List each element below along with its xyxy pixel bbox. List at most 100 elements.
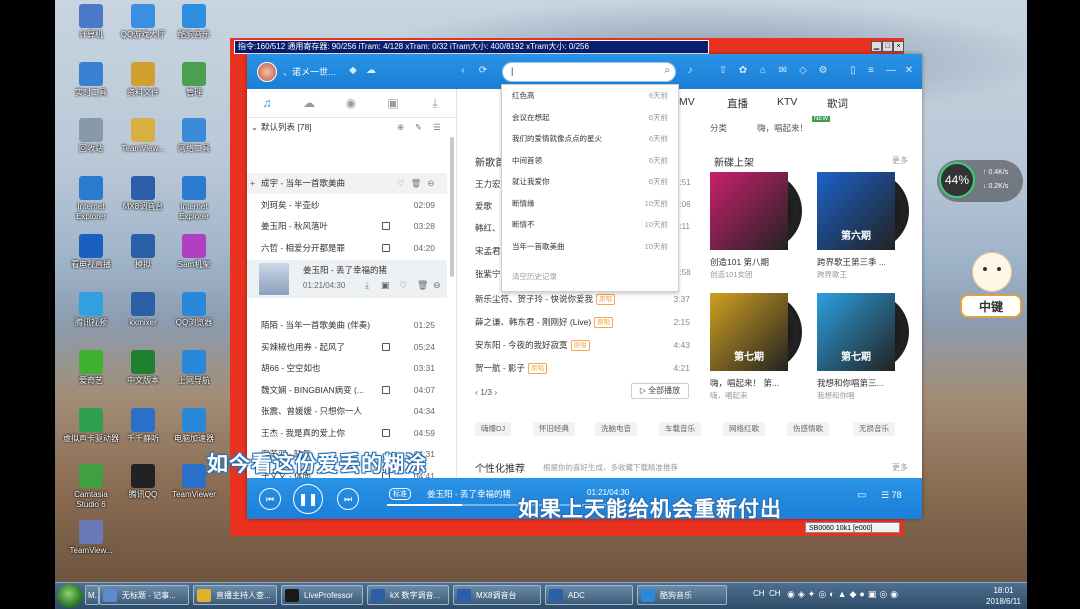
genre-chip[interactable]: 车载音乐 — [659, 422, 701, 436]
minimize-player-icon[interactable]: — — [885, 65, 897, 77]
new-song-partial[interactable]: 张紫宁 — [475, 268, 501, 280]
user-name[interactable]: 、诺メ一世... — [283, 65, 336, 78]
play-all-button[interactable]: ▷ 全部播放 — [631, 383, 689, 399]
desktop-icon[interactable]: 计算机 — [63, 4, 119, 40]
comment-icon[interactable]: ▭ — [857, 490, 866, 501]
desktop-icon[interactable]: TeamView... — [115, 118, 171, 154]
taskbar-button[interactable]: 酷狗音乐 — [637, 585, 727, 605]
genre-chip[interactable]: 怀旧经典 — [533, 422, 575, 436]
desktop-icon[interactable]: 看电视直播 — [63, 234, 119, 270]
taskbar-button[interactable]: kX 数字调音... — [367, 585, 449, 605]
search-input[interactable]: | ⌕ — [502, 62, 676, 82]
search-history-item[interactable]: 红色高 6天前 — [512, 89, 668, 103]
desktop-icon[interactable]: 爱奇艺 — [63, 350, 119, 386]
song-row[interactable]: 张震、曾媛媛 - 只想你一人 04:34 — [247, 401, 447, 422]
album-title[interactable]: 我想和你唱第三... — [817, 377, 905, 389]
desktop-icon[interactable]: 上网导航 — [166, 350, 222, 386]
new-song-partial[interactable]: 宋孟君 — [475, 245, 501, 257]
add-icon[interactable]: + — [250, 173, 255, 194]
playlist-count[interactable]: ☰ 78 — [881, 490, 902, 501]
sub-nav-item[interactable]: 分类 — [710, 122, 727, 134]
shop-icon[interactable]: ◇ — [797, 65, 809, 77]
nav-tab[interactable]: 歌词 — [827, 96, 848, 111]
collapse-icon[interactable]: ⌄ — [251, 118, 258, 136]
quality-badge[interactable]: 标准 — [389, 488, 411, 500]
search-icon[interactable]: ⌕ — [664, 65, 670, 76]
taskbar-button[interactable]: 直播主持人查... — [193, 585, 277, 605]
album-title[interactable]: 嗨，唱起来！ 第... — [710, 377, 798, 389]
playlist-header[interactable]: ⌄ 默认列表 [78] ⊕ ✎ ☰ — [247, 118, 456, 136]
refresh-icon[interactable]: ⟳ — [477, 65, 489, 77]
genre-chip[interactable]: 嗨爆DJ — [475, 422, 512, 436]
clock[interactable]: 18:01 2018/6/11 — [986, 585, 1021, 607]
desktop-icon[interactable]: 网络工具 — [166, 118, 222, 154]
device-tab-icon[interactable]: ▣ — [385, 95, 401, 111]
network-speed-widget[interactable]: 44% ↑ 0.4K/s ↓ 0.2K/s — [937, 160, 1023, 202]
mobile-icon[interactable]: ▯ — [847, 65, 859, 77]
desktop-icon[interactable]: 管理 — [166, 62, 222, 98]
song-actions[interactable]: ♡🗑⊖ — [397, 173, 441, 194]
tray-ime-2[interactable]: CH — [769, 589, 781, 598]
eq-icon[interactable]: ≡ — [865, 65, 877, 77]
nav-tab[interactable]: KTV — [777, 96, 797, 108]
nav-tab[interactable]: MV — [679, 96, 695, 108]
next-page-icon[interactable]: › — [492, 387, 497, 397]
search-history-item[interactable]: 中间首领 6天前 — [512, 154, 668, 168]
desktop-icon[interactable]: 酷狗音乐 — [166, 4, 222, 40]
genre-chip[interactable]: 伤感情歌 — [787, 422, 829, 436]
desktop-icon[interactable]: 回收站 — [63, 118, 119, 154]
desktop-icon[interactable]: Sam机架 — [166, 234, 222, 270]
new-song-partial[interactable]: 爱歌 — [475, 200, 492, 212]
upload-icon[interactable]: ⇧ — [717, 65, 729, 77]
desktop-icon[interactable]: MX8调音台 — [115, 176, 171, 212]
pause-icon[interactable]: ❚❚ — [293, 484, 323, 514]
search-history-item[interactable]: 会议在想起 6天前 — [512, 111, 668, 125]
theme-icon[interactable]: ✿ — [737, 65, 749, 77]
desktop-icon[interactable]: 虚拟声卡驱动器 — [63, 408, 119, 444]
mv-icon[interactable] — [382, 342, 390, 351]
pager[interactable]: ‹ 1/3 › — [475, 387, 497, 397]
tray-icons[interactable]: ◉◈✦◎◐▲◆●▣◎◉ — [787, 589, 901, 600]
now-playing-row[interactable]: 姜玉阳 - 丢了幸福的猪 01:21/04:30 ⤓ ▣ ♡ 🗑 ⊖ — [247, 260, 447, 298]
minimize-icon[interactable]: ▁ — [871, 41, 882, 52]
next-icon[interactable]: ⏭ — [337, 488, 359, 510]
search-history-item[interactable]: 当年一首歌美曲 10天前 — [512, 240, 668, 254]
album-subtitle[interactable]: 嗨，唱起来 — [710, 390, 748, 401]
new-song-row[interactable]: 新乐尘符、贺子玲 - 快说你爱我 原唱 3:37 — [475, 291, 690, 307]
mv-icon[interactable] — [382, 385, 390, 394]
song-row[interactable]: 胡66 - 空空如也 03:31 — [247, 358, 447, 379]
maximize-icon[interactable]: □ — [882, 41, 893, 52]
listen-icon[interactable]: ♪ — [684, 65, 696, 77]
locate-icon[interactable]: ⊕ — [397, 118, 404, 136]
music-tab-icon[interactable]: ♫ — [259, 95, 275, 111]
close-player-icon[interactable]: ✕ — [903, 65, 915, 77]
desktop-icon[interactable]: 腾讯QQ — [115, 464, 171, 500]
desktop-icon[interactable]: Internet Explorer — [63, 176, 119, 222]
song-row[interactable]: 陌陌 - 当年一首歌美曲 (伴奏) 01:25 — [247, 315, 447, 336]
album-cover[interactable] — [710, 172, 788, 250]
user-avatar[interactable] — [257, 62, 277, 82]
song-row[interactable]: 魏文娴 - BINGBIAN病变 (... 04:07 — [247, 380, 447, 401]
desktop-icon[interactable]: Internet Explorer — [166, 176, 222, 222]
mv-icon[interactable]: ▣ — [381, 280, 390, 291]
genre-chip[interactable]: 网络红歌 — [723, 422, 765, 436]
taskbar-button[interactable]: M... — [85, 585, 99, 605]
mascot-widget[interactable]: 中键 — [960, 252, 1022, 324]
mv-icon[interactable] — [382, 222, 390, 230]
desktop-icon[interactable]: Camtasia Studio 6 — [63, 464, 119, 510]
game-icon[interactable]: ⌂ — [757, 65, 769, 77]
desktop-icon[interactable]: 千千静听 — [115, 408, 171, 444]
mv-icon[interactable] — [382, 428, 390, 437]
mv-icon[interactable] — [382, 243, 390, 252]
diamond-icon[interactable]: ◆ — [347, 65, 359, 77]
desktop-icon[interactable]: 资料文件 — [115, 62, 171, 98]
song-row[interactable]: 六哲 - 相爱分开都是罪 04:20 — [247, 238, 447, 259]
message-icon[interactable]: ✉ — [777, 65, 789, 77]
settings-icon[interactable]: ⚙ — [817, 65, 829, 77]
new-song-partial[interactable]: 韩红、 — [475, 222, 501, 234]
cloud-icon[interactable]: ☁ — [365, 65, 377, 77]
new-song-row[interactable]: 安东阳 - 今夜的我好寂寞 原唱 4:43 — [475, 337, 690, 353]
song-row[interactable]: + 成宇 - 当年一首歌美曲 ♡🗑⊖ — [247, 173, 447, 194]
download-icon[interactable]: ⤓ — [365, 280, 369, 291]
sub-nav-item[interactable]: 嗨，唱起来！ — [757, 122, 808, 134]
